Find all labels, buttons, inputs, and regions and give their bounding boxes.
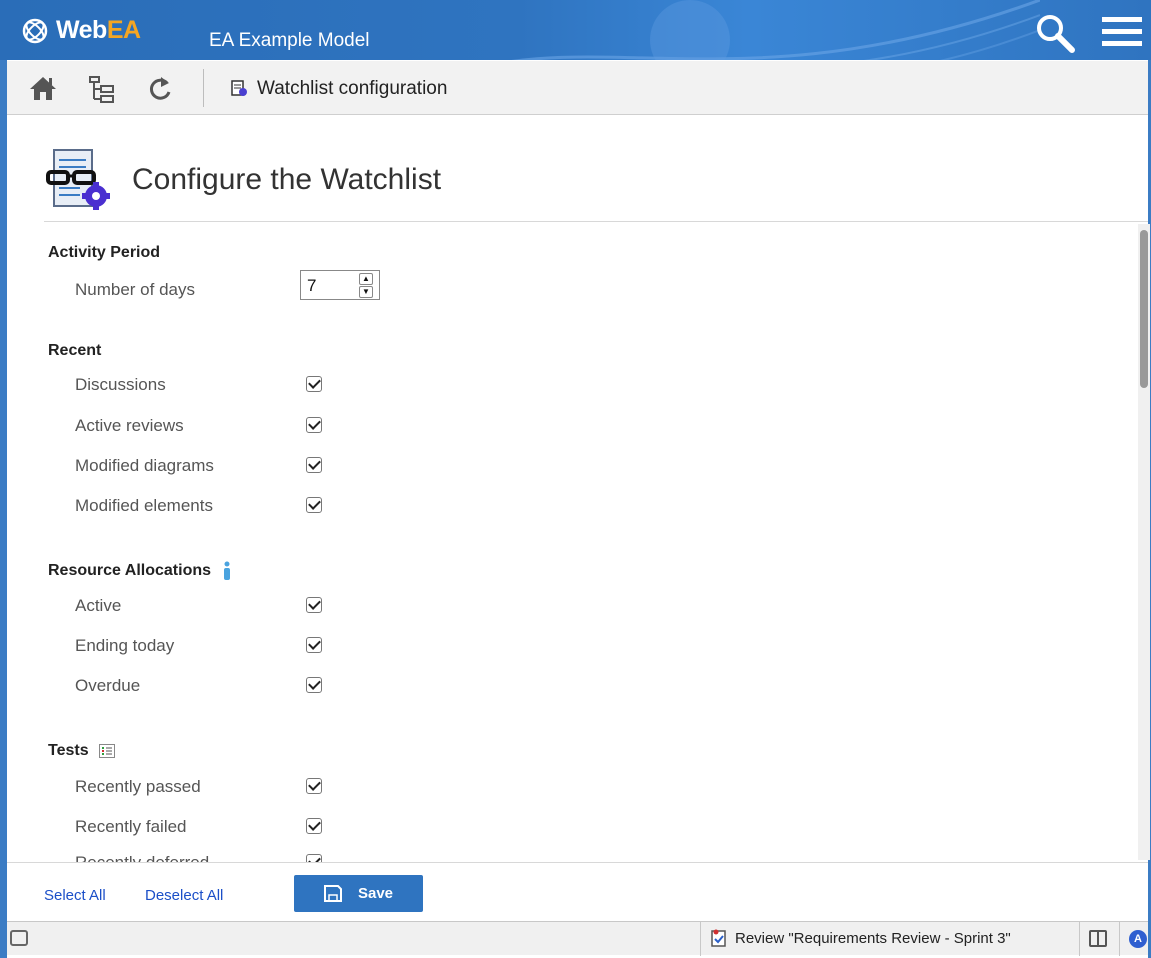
side-panel-icon[interactable]	[1089, 930, 1107, 947]
recent-modified-elements-checkbox[interactable]	[306, 497, 322, 513]
active-review-indicator[interactable]: Review "Requirements Review - Sprint 3"	[711, 929, 1011, 947]
toolbar: Watchlist configuration	[7, 61, 1148, 115]
stepper-up-icon[interactable]: ▲	[359, 273, 373, 285]
watchlist-icon	[231, 80, 247, 96]
save-button-label: Save	[357, 885, 394, 902]
resource-active-checkbox[interactable]	[306, 597, 322, 613]
resource-overdue-label: Overdue	[75, 676, 141, 695]
recent-discussions-label: Discussions	[75, 375, 166, 394]
section-title-activity-period: Activity Period	[48, 244, 161, 261]
breadcrumb: Watchlist configuration	[231, 78, 447, 100]
review-icon	[711, 929, 726, 947]
resource-ending-today-label: Ending today	[75, 636, 175, 655]
number-of-days-value: 7	[307, 276, 317, 295]
logo-icon	[22, 18, 48, 43]
recent-modified-diagrams-checkbox[interactable]	[306, 457, 322, 473]
status-divider	[700, 922, 701, 956]
header-decoration	[511, 0, 1040, 60]
test-list-icon	[98, 744, 115, 758]
recent-active-reviews-label: Active reviews	[75, 416, 184, 435]
model-tree-icon[interactable]	[87, 75, 117, 103]
content-scrollbar[interactable]	[1138, 224, 1150, 860]
recent-discussions-checkbox[interactable]	[306, 376, 322, 392]
status-divider	[1119, 922, 1120, 956]
save-button[interactable]: Save	[294, 875, 423, 912]
status-divider	[1079, 922, 1080, 956]
watchlist-form: Activity Period Number of days 7 ▲ ▼ Rec…	[44, 224, 1136, 862]
section-title-tests: Tests	[48, 742, 115, 760]
tests-recently-passed-checkbox[interactable]	[306, 778, 322, 794]
app-header: WebEA EA Example Model	[0, 0, 1151, 60]
number-of-days-stepper[interactable]: 7 ▲ ▼	[300, 270, 380, 300]
user-badge-icon[interactable]: A	[1129, 930, 1147, 948]
toolbar-divider	[203, 69, 204, 107]
stepper-controls[interactable]: ▲ ▼	[359, 273, 375, 299]
tests-recently-failed-checkbox[interactable]	[306, 818, 322, 834]
resource-active-label: Active	[75, 596, 122, 615]
stepper-down-icon[interactable]: ▼	[359, 286, 373, 298]
scrollbar-thumb[interactable]	[1140, 230, 1148, 388]
form-actions: Select All Deselect All Save	[7, 862, 1148, 920]
page-title: Configure the Watchlist	[132, 163, 442, 196]
tests-recently-deferred-label: Recently deferred	[75, 853, 209, 862]
hamburger-menu-icon[interactable]	[1102, 17, 1142, 53]
breadcrumb-label: Watchlist configuration	[257, 78, 448, 99]
tests-recently-passed-label: Recently passed	[75, 777, 201, 796]
home-icon[interactable]	[29, 75, 57, 101]
tests-recently-failed-label: Recently failed	[75, 817, 187, 836]
search-icon[interactable]	[1034, 14, 1078, 54]
recent-modified-elements-label: Modified elements	[75, 496, 213, 515]
select-all-link[interactable]: Select All	[44, 887, 106, 904]
save-icon	[323, 885, 342, 902]
configure-watchlist-icon	[46, 149, 110, 210]
refresh-icon[interactable]	[147, 75, 173, 103]
heading-divider	[44, 221, 1148, 222]
page-heading: Configure the Watchlist	[46, 148, 441, 212]
person-icon	[224, 561, 231, 580]
resource-overdue-checkbox[interactable]	[306, 677, 322, 693]
active-review-label: Review "Requirements Review - Sprint 3"	[735, 929, 1011, 947]
recent-active-reviews-checkbox[interactable]	[306, 417, 322, 433]
panel-toggle-icon[interactable]	[10, 930, 28, 946]
model-title: EA Example Model	[209, 30, 370, 51]
recent-modified-diagrams-label: Modified diagrams	[75, 456, 214, 475]
resource-ending-today-checkbox[interactable]	[306, 637, 322, 653]
tests-recently-deferred-checkbox[interactable]	[306, 854, 322, 862]
app-logo[interactable]: WebEA	[22, 16, 141, 45]
number-of-days-label: Number of days	[75, 280, 195, 299]
deselect-all-link[interactable]: Deselect All	[145, 887, 223, 904]
status-bar: Review "Requirements Review - Sprint 3" …	[7, 921, 1148, 956]
logo-text: WebEA	[56, 16, 141, 44]
section-title-recent: Recent	[48, 342, 102, 359]
section-title-resource-allocations: Resource Allocations	[48, 561, 233, 581]
